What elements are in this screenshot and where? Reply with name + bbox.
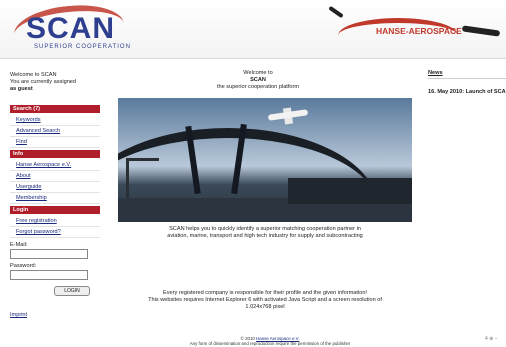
platform-text: the superior cooperation platform	[216, 84, 300, 90]
news-panel: News 16. May 2010: Launch of SCAN	[428, 70, 506, 95]
nav-membership[interactable]: Membership	[10, 193, 100, 204]
nav-imprint[interactable]: Imprint	[10, 310, 100, 320]
logo-subtitle: SUPERIOR COOPERATION	[34, 44, 131, 50]
airplane-icon	[461, 25, 501, 37]
welcome-line: Welcome to SCAN	[10, 72, 57, 78]
section-info: Info	[10, 150, 100, 158]
nav-hanse-aerospace[interactable]: Hanse Aerospace e.V.	[10, 160, 100, 171]
notice-line: This websites requires Internet Explorer…	[148, 297, 382, 303]
small-plane-icon	[328, 5, 344, 19]
nav-userguide[interactable]: Userguide	[10, 182, 100, 193]
scan-label: SCAN	[250, 77, 266, 83]
hanse-brand-text: HANSE-AEROSPACE	[376, 26, 462, 36]
nav-free-registration[interactable]: Free registration	[10, 216, 100, 227]
email-field[interactable]	[10, 249, 88, 259]
description: SCAN helps you to quickly identify a sup…	[110, 226, 420, 240]
sidebar: Welcome to SCAN You are currently assign…	[10, 72, 100, 320]
section-login: Login	[10, 206, 100, 214]
news-heading: News	[428, 70, 506, 79]
nav-find[interactable]: Find	[10, 137, 100, 148]
scan-logo[interactable]: SCAN SUPERIOR COOPERATION	[11, 0, 144, 58]
login-button[interactable]: LOGIN	[54, 286, 90, 296]
section-search: Search (7)	[10, 105, 100, 113]
copyright-line2: Any form of dissemination and reproducti…	[189, 341, 351, 346]
description-line: SCAN helps you to quickly identify a sup…	[169, 226, 361, 232]
news-item[interactable]: 16. May 2010: Launch of SCAN	[428, 89, 506, 95]
nav-advanced-search[interactable]: Advanced Search	[10, 126, 100, 137]
welcome-heading: Welcome to SCAN the superior cooperation…	[110, 70, 406, 91]
nav-keywords[interactable]: Keywords	[10, 115, 100, 126]
password-label: Password:	[10, 263, 37, 269]
welcome-line: You are currently assigned	[10, 79, 77, 85]
description-line: aviation, marine, transport and high tec…	[167, 233, 363, 239]
notice-line: 1.024x768 pixel	[245, 304, 285, 310]
zoom-controls[interactable]: 4 ⊕ −	[485, 336, 498, 342]
welcome-line: as guest	[10, 86, 33, 92]
password-field[interactable]	[10, 270, 88, 280]
nav-forgot-password[interactable]: Forgot password?	[10, 227, 100, 238]
hanse-aerospace-logo: HANSE-AEROSPACE	[326, 5, 506, 48]
notice-line: Every registered company is responsible …	[163, 290, 367, 296]
logo-wordmark: SCAN	[26, 12, 116, 45]
notice: Every registered company is responsible …	[110, 290, 420, 311]
copyright: © 2010 Hanse Aerospace e.V. Any form of …	[110, 336, 430, 346]
ship-shape	[288, 178, 412, 204]
nav-about[interactable]: About	[10, 171, 100, 182]
harbor-bridge-photo	[118, 98, 412, 222]
email-label: E-Mail:	[10, 242, 28, 248]
welcome-box: Welcome to SCAN You are currently assign…	[10, 72, 100, 93]
page-header: SCAN SUPERIOR COOPERATION HANSE-AEROSPAC…	[0, 0, 506, 59]
welcome-title: Welcome to	[243, 70, 273, 76]
